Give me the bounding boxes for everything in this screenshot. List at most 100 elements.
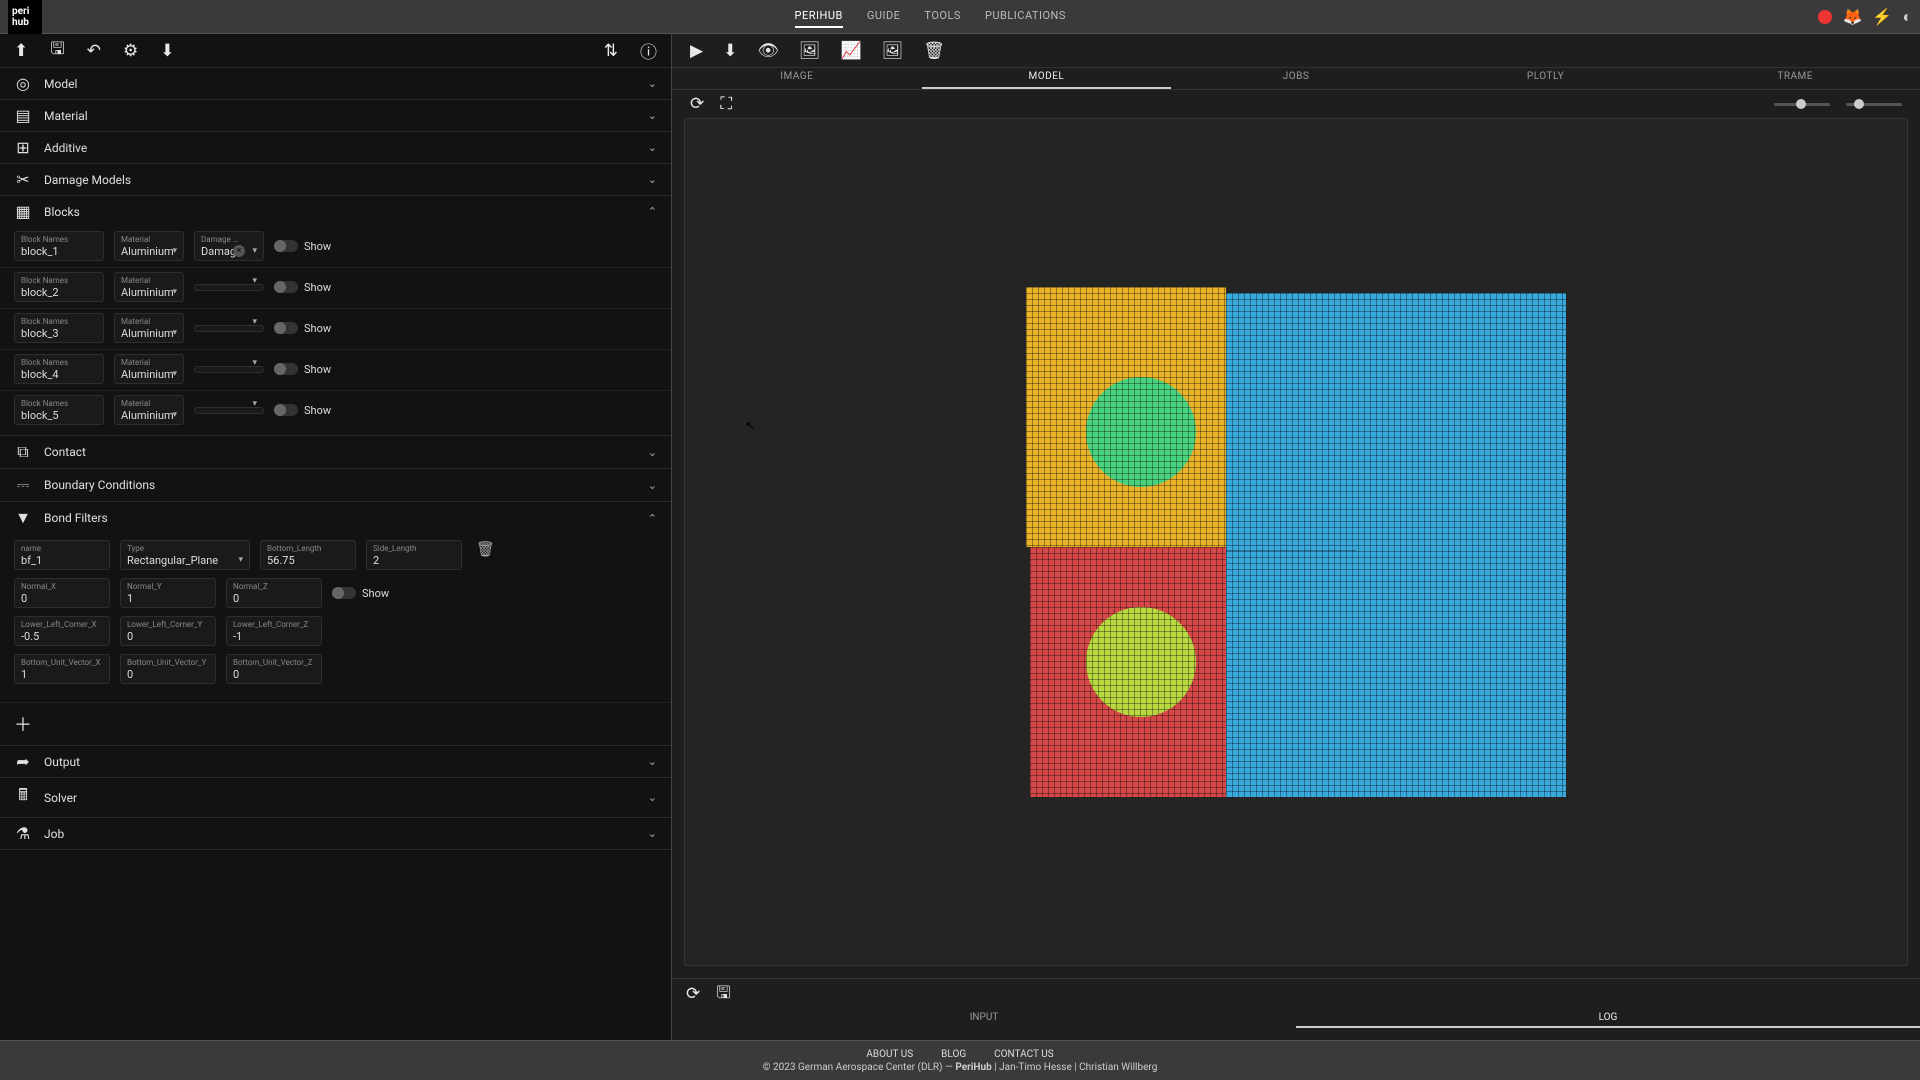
slider-1[interactable] (1774, 103, 1830, 106)
info-icon[interactable]: ⓘ (640, 38, 657, 63)
block-material-select[interactable]: MaterialAluminium (114, 313, 184, 343)
block-damage-select[interactable]: Damage …Damage× (194, 231, 264, 261)
save-log-icon[interactable]: 🖫 (716, 980, 730, 1009)
block-name-field[interactable]: Block Namesblock_3 (14, 313, 104, 343)
section-additive[interactable]: ⊞ Additive ⌄ (0, 132, 671, 163)
grid-icon: ▦ (14, 202, 32, 221)
normal-z-field[interactable]: Normal_Z0 (226, 578, 322, 608)
footer-about[interactable]: ABOUT US (866, 1049, 913, 1060)
block-row: Block Namesblock_3 MaterialAluminium Show (0, 308, 671, 349)
bond-side-length-field[interactable]: Side_Length 2 (366, 540, 462, 570)
upload-icon[interactable]: ⬆ (14, 41, 28, 61)
tab-trame[interactable]: TRAME (1670, 68, 1920, 89)
trash-icon[interactable]: 🗑 (923, 41, 945, 61)
block-damage-select[interactable] (194, 407, 264, 414)
refresh-log-icon[interactable]: ⟳ (686, 984, 700, 1004)
llc-x-field[interactable]: Lower_Left_Corner_X-0.5 (14, 616, 110, 646)
filter-icon: ▼ (14, 508, 32, 528)
block-row: Block Namesblock_2 MaterialAluminium Show (0, 267, 671, 308)
undo-icon[interactable]: ↶ (87, 41, 101, 61)
bolt-icon[interactable]: ⚡ (1872, 7, 1892, 26)
block-show-toggle[interactable]: Show (274, 281, 331, 294)
gitlab-icon[interactable]: 🦊 (1842, 7, 1862, 26)
section-solver[interactable]: 🖩 Solver ⌄ (0, 778, 671, 817)
tab-jobs[interactable]: JOBS (1171, 68, 1421, 89)
block-damage-select[interactable] (194, 284, 264, 291)
section-material[interactable]: ▤ Material ⌄ (0, 100, 671, 131)
settings-icon[interactable]: ⚙ (123, 41, 138, 61)
download-result-icon[interactable]: ⬇ (723, 41, 737, 61)
block-row: Block Namesblock_1 MaterialAluminium Damag… (0, 227, 671, 267)
nav-tools[interactable]: TOOLS (924, 5, 961, 28)
block-material-select[interactable]: MaterialAluminium (114, 272, 184, 302)
picture-icon[interactable]: 🖼 (882, 41, 904, 61)
llc-z-field[interactable]: Lower_Left_Corner_Z-1 (226, 616, 322, 646)
block-material-select[interactable]: MaterialAluminium (114, 231, 184, 261)
section-job[interactable]: ⚗ Job ⌄ (0, 818, 671, 849)
clear-damage-icon[interactable]: × (233, 245, 245, 257)
model-viewer[interactable]: ↖ (684, 118, 1908, 966)
section-boundary[interactable]: ⎓ Boundary Conditions ⌄ (0, 469, 671, 501)
chevron-down-icon: ⌄ (648, 791, 657, 804)
section-output[interactable]: ➦ Output ⌄ (0, 746, 671, 777)
refresh-icon[interactable]: ⟳ (690, 94, 704, 114)
fullscreen-icon[interactable]: ⛶ (720, 94, 732, 114)
block-name-field[interactable]: Block Namesblock_2 (14, 272, 104, 302)
nav-publications[interactable]: PUBLICATIONS (985, 5, 1066, 28)
save-icon[interactable]: 🖫 (50, 36, 64, 65)
play-icon[interactable]: ▶ (690, 41, 703, 61)
bond-show-toggle[interactable]: Show (332, 578, 389, 608)
buv-z-field[interactable]: Bottom_Unit_Vector_Z0 (226, 654, 322, 684)
github-icon[interactable]: ◐ (1902, 7, 1912, 27)
block-show-toggle[interactable]: Show (274, 363, 331, 376)
llc-y-field[interactable]: Lower_Left_Corner_Y0 (120, 616, 216, 646)
block-material-select[interactable]: MaterialAluminium (114, 354, 184, 384)
eye-icon[interactable]: 👁 (757, 41, 779, 61)
section-damage[interactable]: ✂ Damage Models ⌄ (0, 164, 671, 195)
normal-y-field[interactable]: Normal_Y1 (120, 578, 216, 608)
nav-guide[interactable]: GUIDE (867, 5, 901, 28)
tab-input[interactable]: INPUT (672, 1009, 1296, 1028)
section-contact[interactable]: ⧉ Contact ⌄ (0, 436, 671, 468)
slider-2[interactable] (1846, 103, 1902, 106)
status-indicator (1818, 10, 1832, 24)
chevron-down-icon: ⌄ (648, 109, 657, 122)
block-show-toggle[interactable]: Show (274, 240, 331, 253)
footer-blog[interactable]: BLOG (941, 1049, 966, 1060)
section-bond[interactable]: ▼ Bond Filters ⌃ (0, 502, 671, 534)
tab-model[interactable]: MODEL (922, 68, 1172, 89)
sort-icon[interactable]: ⇅ (604, 41, 618, 61)
block-show-toggle[interactable]: Show (274, 322, 331, 335)
block-damage-select[interactable] (194, 325, 264, 332)
tab-image[interactable]: IMAGE (672, 68, 922, 89)
block-name-field[interactable]: Block Namesblock_1 (14, 231, 104, 261)
image-icon[interactable]: 🖼 (799, 41, 821, 61)
block-name-field[interactable]: Block Namesblock_4 (14, 354, 104, 384)
mesh-crack-line (1226, 550, 1356, 551)
block-name-field[interactable]: Block Namesblock_5 (14, 395, 104, 425)
bond-bottom-length-field[interactable]: Bottom_Length 56.75 (260, 540, 356, 570)
mesh-circle-green (1086, 377, 1196, 487)
cube-icon: ◎ (14, 74, 32, 93)
block-show-toggle[interactable]: Show (274, 404, 331, 417)
contact-icon: ⧉ (14, 442, 32, 462)
buv-y-field[interactable]: Bottom_Unit_Vector_Y0 (120, 654, 216, 684)
section-model[interactable]: ◎ Model ⌄ (0, 68, 671, 99)
buv-x-field[interactable]: Bottom_Unit_Vector_X1 (14, 654, 110, 684)
flask-icon: ⚗ (14, 824, 32, 843)
bond-name-field[interactable]: name bf_1 (14, 540, 110, 570)
download-icon[interactable]: ⬇ (160, 41, 174, 61)
left-toolbar: ⬆ 🖫 ↶ ⚙ ⬇ ⇅ ⓘ (0, 34, 671, 68)
block-material-select[interactable]: MaterialAluminium (114, 395, 184, 425)
nav-perihub[interactable]: PERIHUB (795, 5, 843, 28)
add-bond-button[interactable]: ＋ (14, 715, 32, 736)
bond-type-select[interactable]: Type Rectangular_Plane (120, 540, 250, 570)
delete-bond-icon[interactable]: 🗑 (476, 540, 495, 570)
section-blocks[interactable]: ▦ Blocks ⌃ (0, 196, 671, 227)
block-damage-select[interactable] (194, 366, 264, 373)
tab-plotly[interactable]: PLOTLY (1421, 68, 1671, 89)
chart-icon[interactable]: 📈 (841, 41, 862, 61)
normal-x-field[interactable]: Normal_X0 (14, 578, 110, 608)
footer-contact[interactable]: CONTACT US (994, 1049, 1053, 1060)
tab-log[interactable]: LOG (1296, 1009, 1920, 1028)
